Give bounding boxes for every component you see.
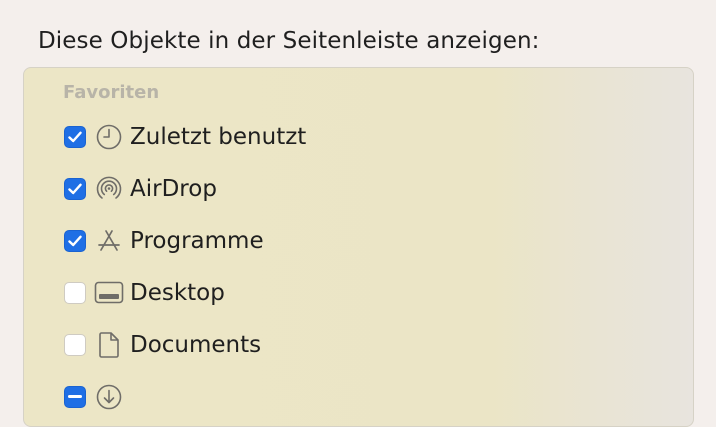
recents-label: Zuletzt benutzt bbox=[130, 124, 307, 150]
checkmark-icon bbox=[68, 235, 82, 247]
section-heading: Diese Objekte in der Seitenleiste anzeig… bbox=[38, 28, 540, 54]
sidebar-option-applications[interactable]: Programme bbox=[64, 226, 264, 256]
downloads-icon bbox=[94, 382, 124, 412]
favorites-section-label: Favoriten bbox=[63, 82, 160, 103]
checkmark-icon bbox=[68, 183, 82, 195]
airdrop-checkbox[interactable] bbox=[64, 178, 86, 200]
sidebar-option-downloads[interactable] bbox=[64, 382, 130, 412]
downloads-checkbox[interactable] bbox=[64, 386, 86, 408]
recents-checkbox[interactable] bbox=[64, 126, 86, 148]
sidebar-option-recents[interactable]: Zuletzt benutzt bbox=[64, 122, 306, 152]
clock-icon bbox=[94, 122, 124, 152]
applications-icon bbox=[94, 226, 124, 256]
sidebar-option-airdrop[interactable]: AirDrop bbox=[64, 174, 217, 204]
applications-checkbox[interactable] bbox=[64, 230, 86, 252]
desktop-checkbox[interactable] bbox=[64, 282, 86, 304]
document-icon bbox=[94, 330, 124, 360]
sidebar-option-documents[interactable]: Documents bbox=[64, 330, 261, 360]
desktop-icon bbox=[94, 278, 124, 308]
applications-label: Programme bbox=[130, 228, 264, 254]
airdrop-icon bbox=[94, 174, 124, 204]
mixed-state-icon bbox=[68, 395, 82, 398]
sidebar-option-desktop[interactable]: Desktop bbox=[64, 278, 225, 308]
documents-label: Documents bbox=[130, 332, 262, 358]
desktop-label: Desktop bbox=[130, 280, 225, 306]
documents-checkbox[interactable] bbox=[64, 334, 86, 356]
airdrop-label: AirDrop bbox=[130, 176, 217, 202]
checkmark-icon bbox=[68, 131, 82, 143]
sidebar-items-list: Favoriten Zuletzt benutzt AirDrop Progra… bbox=[23, 67, 694, 427]
